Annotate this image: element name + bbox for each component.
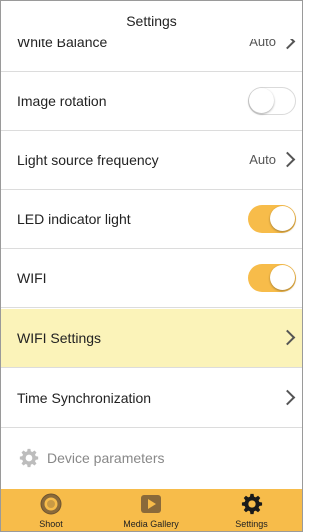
image-rotation-label: Image rotation bbox=[17, 93, 107, 109]
settings-row-light-source-frequency[interactable]: Light source frequency Auto bbox=[1, 131, 302, 190]
settings-row-time-sync[interactable]: Time Synchronization bbox=[1, 369, 302, 428]
chevron-right-icon bbox=[279, 151, 296, 168]
light-source-frequency-label: Light source frequency bbox=[17, 152, 159, 168]
tab-shoot[interactable]: Shoot bbox=[1, 489, 101, 531]
chevron-right-icon bbox=[279, 329, 296, 346]
image-rotation-toggle[interactable] bbox=[248, 87, 296, 115]
settings-row-led-indicator: LED indicator light bbox=[1, 190, 302, 249]
bottom-tab-bar: Shoot Media Gallery Settings bbox=[1, 489, 302, 531]
light-source-frequency-value: Auto bbox=[249, 152, 276, 167]
tab-settings-label: Settings bbox=[235, 519, 268, 529]
led-indicator-toggle[interactable] bbox=[248, 205, 296, 233]
toggle-knob bbox=[270, 206, 295, 231]
toggle-knob bbox=[249, 88, 274, 113]
tab-media-gallery[interactable]: Media Gallery bbox=[101, 489, 201, 531]
time-sync-label: Time Synchronization bbox=[17, 390, 152, 406]
wifi-settings-label: WIFI Settings bbox=[17, 330, 102, 346]
tab-media-gallery-label: Media Gallery bbox=[123, 519, 179, 529]
led-indicator-label: LED indicator light bbox=[17, 211, 131, 227]
page-title: Settings bbox=[1, 1, 302, 39]
wifi-label: WIFI bbox=[17, 270, 47, 286]
chevron-right-icon bbox=[279, 389, 296, 406]
settings-screen: White Balance Auto Image rotation Light … bbox=[0, 0, 303, 532]
gear-icon bbox=[19, 448, 39, 468]
settings-row-image-rotation: Image rotation bbox=[1, 72, 302, 131]
device-parameters-label: Device parameters bbox=[47, 450, 165, 466]
media-gallery-icon bbox=[141, 495, 161, 513]
settings-row-wifi-settings[interactable]: WIFI Settings bbox=[1, 309, 302, 368]
settings-row-wifi: WIFI bbox=[1, 249, 302, 308]
tab-shoot-label: Shoot bbox=[39, 519, 63, 529]
wifi-toggle[interactable] bbox=[248, 264, 296, 292]
shoot-icon bbox=[40, 493, 62, 515]
tab-settings[interactable]: Settings bbox=[201, 489, 302, 531]
toggle-knob bbox=[270, 265, 295, 290]
settings-gear-icon bbox=[241, 493, 262, 515]
settings-row-device-parameters[interactable]: Device parameters bbox=[1, 429, 302, 488]
